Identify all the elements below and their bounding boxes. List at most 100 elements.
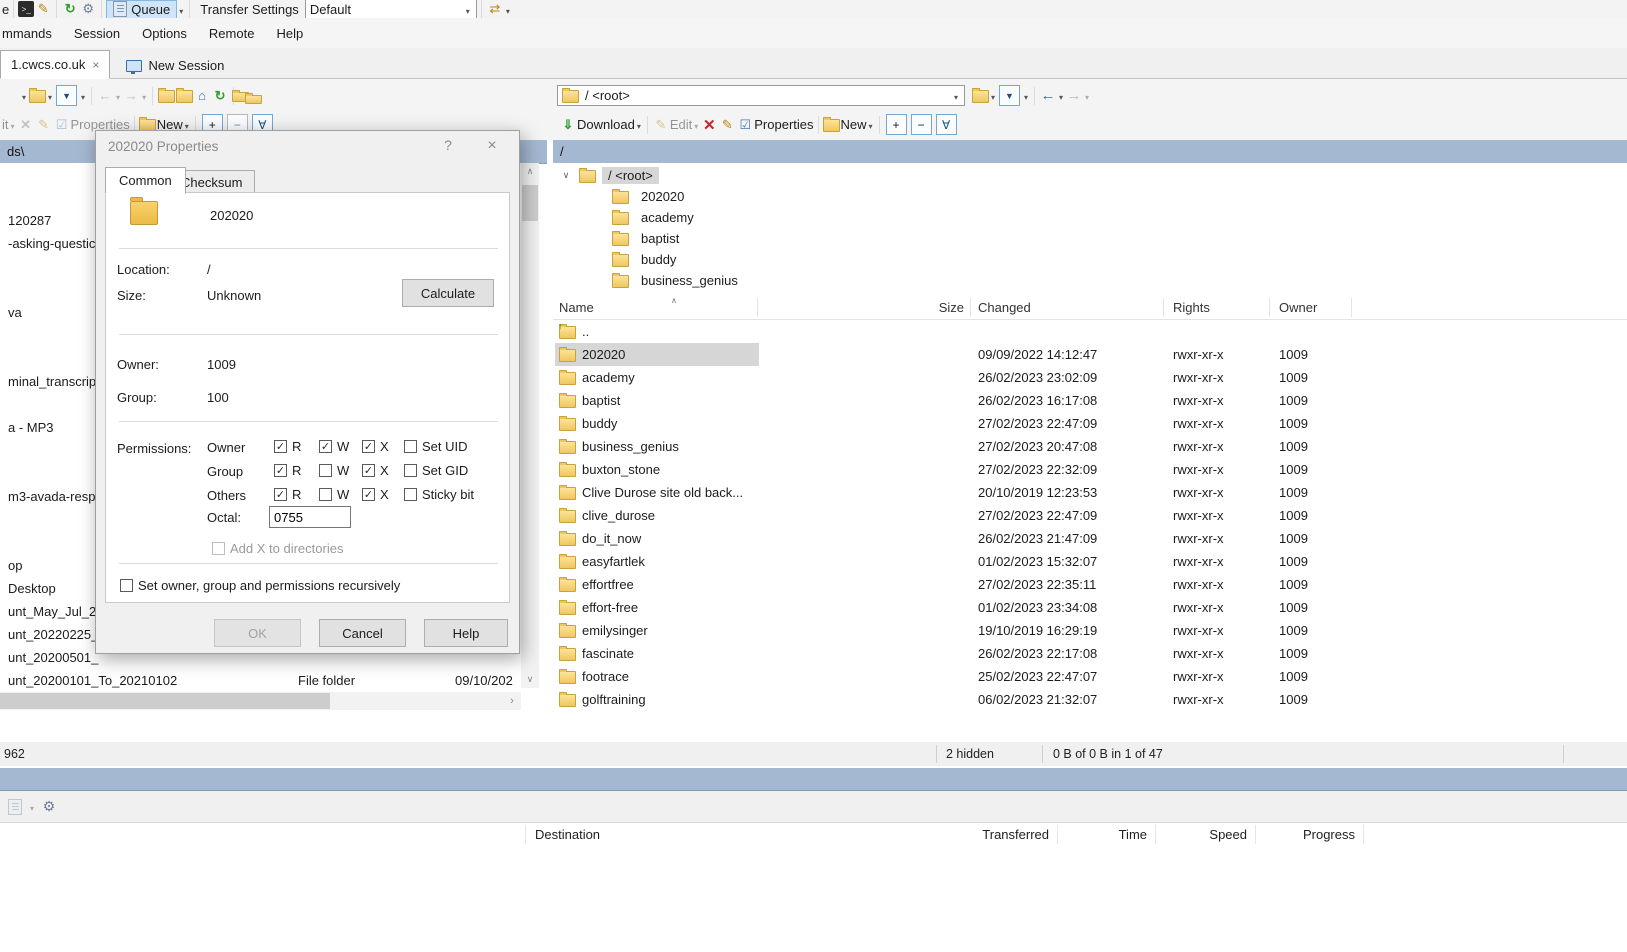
- scroll-thumb[interactable]: [0, 693, 330, 709]
- file-row[interactable]: academy 26/02/2023 23:02:09 rwxr-xr-x 10…: [553, 366, 1627, 389]
- file-row[interactable]: baptist 26/02/2023 16:17:08 rwxr-xr-x 10…: [553, 389, 1627, 412]
- transfer-preset-select[interactable]: Default: [305, 0, 477, 18]
- delete-icon[interactable]: ✕: [700, 117, 718, 133]
- file-row[interactable]: buxton_stone 27/02/2023 22:32:09 rwxr-xr…: [553, 458, 1627, 481]
- menu-session[interactable]: Session: [74, 26, 120, 41]
- remote-path-header[interactable]: /: [553, 140, 1627, 164]
- file-row[interactable]: easyfartlek 01/02/2023 15:32:07 rwxr-xr-…: [553, 550, 1627, 573]
- open-directory-icon[interactable]: [971, 88, 989, 104]
- execute-checkbox[interactable]: [362, 488, 375, 501]
- local-path-caret[interactable]: [22, 88, 26, 103]
- file-row[interactable]: clive_durose 27/02/2023 22:47:09 rwxr-xr…: [553, 504, 1627, 527]
- menu-options[interactable]: Options: [142, 26, 187, 41]
- new-button[interactable]: New: [841, 117, 867, 132]
- dialog-help-icon[interactable]: ?: [437, 137, 459, 153]
- open-directory-caret[interactable]: [48, 88, 52, 103]
- queue-column-transferred[interactable]: Transferred: [932, 827, 1049, 842]
- file-row[interactable]: footrace 25/02/2023 22:47:07 rwxr-xr-x 1…: [553, 665, 1627, 688]
- file-row[interactable]: buddy 27/02/2023 22:47:09 rwxr-xr-x 1009: [553, 412, 1627, 435]
- read-checkbox[interactable]: [274, 464, 287, 477]
- column-size[interactable]: Size: [757, 300, 964, 315]
- scroll-down-icon[interactable]: ∨: [521, 671, 539, 688]
- properties-icon[interactable]: ☑: [736, 117, 754, 133]
- queue-column-speed[interactable]: Speed: [1155, 827, 1247, 842]
- rename-icon[interactable]: ✎: [35, 117, 53, 133]
- cancel-button[interactable]: Cancel: [319, 619, 406, 647]
- refresh-icon[interactable]: ↻: [211, 88, 229, 104]
- home-directory-icon[interactable]: ⌂: [193, 88, 211, 104]
- scroll-thumb[interactable]: [522, 185, 538, 221]
- remote-path-select[interactable]: / <root>: [557, 85, 965, 106]
- file-row[interactable]: effortfree 27/02/2023 22:35:11 rwxr-xr-x…: [553, 573, 1627, 596]
- tree-item[interactable]: 202020: [553, 186, 1627, 207]
- tab-common[interactable]: Common: [105, 167, 186, 194]
- synchronize-icon[interactable]: ↻: [61, 1, 79, 17]
- tree-expander[interactable]: ∨: [553, 170, 579, 181]
- back-icon[interactable]: ←: [96, 88, 114, 104]
- download-button[interactable]: Download: [577, 117, 635, 132]
- recursive-checkbox[interactable]: [120, 579, 133, 592]
- queue-column-time[interactable]: Time: [1057, 827, 1147, 842]
- queue-toggle-button[interactable]: Queue: [106, 0, 177, 18]
- back-icon[interactable]: ←: [1039, 88, 1057, 104]
- file-row[interactable]: fascinate 26/02/2023 22:17:08 rwxr-xr-x …: [553, 642, 1627, 665]
- read-checkbox[interactable]: [274, 440, 287, 453]
- new-folder-icon[interactable]: [823, 117, 841, 133]
- column-changed[interactable]: Changed: [978, 300, 1031, 315]
- tree-item[interactable]: baptist: [553, 228, 1627, 249]
- properties-button[interactable]: Properties: [754, 117, 813, 132]
- file-row[interactable]: golftraining 06/02/2023 21:32:07 rwxr-xr…: [553, 688, 1627, 711]
- local-file-row[interactable]: unt_20200101_To_20210102 File folder 09/…: [0, 669, 521, 692]
- file-row[interactable]: emilysinger 19/10/2019 16:29:19 rwxr-xr-…: [553, 619, 1627, 642]
- tree-item[interactable]: business_genius: [553, 270, 1627, 291]
- root-directory-icon[interactable]: [175, 88, 193, 104]
- write-checkbox[interactable]: [319, 464, 332, 477]
- tree-item[interactable]: academy: [553, 207, 1627, 228]
- queue-column-destination[interactable]: Destination: [535, 827, 600, 842]
- download-icon[interactable]: ⇓: [559, 117, 577, 133]
- execute-checkbox[interactable]: [362, 464, 375, 477]
- close-tab-icon[interactable]: ×: [92, 58, 99, 72]
- tab-new-session[interactable]: New Session: [116, 52, 234, 79]
- menu-remote[interactable]: Remote: [209, 26, 255, 41]
- edit-icon[interactable]: ✎: [652, 117, 670, 133]
- queue-splitter[interactable]: [0, 768, 1627, 791]
- special-checkbox[interactable]: [404, 488, 417, 501]
- local-vscrollbar[interactable]: ∧ ∨: [521, 163, 539, 688]
- queue-item-caret[interactable]: [30, 799, 34, 814]
- back-caret[interactable]: [116, 88, 120, 103]
- scroll-right-icon[interactable]: ›: [503, 692, 521, 710]
- calculate-button[interactable]: Calculate: [402, 279, 494, 307]
- write-checkbox[interactable]: [319, 440, 332, 453]
- file-row[interactable]: 202020 09/09/2022 14:12:47 rwxr-xr-x 100…: [553, 343, 1627, 366]
- scroll-up-icon[interactable]: ∧: [521, 163, 539, 180]
- filter-caret[interactable]: [81, 88, 85, 103]
- transfer-options-icon[interactable]: ⇄: [486, 1, 504, 17]
- filter-icon[interactable]: ▼: [56, 85, 77, 106]
- forward-caret[interactable]: [142, 88, 146, 103]
- select-all-icon[interactable]: ∀: [936, 114, 957, 135]
- column-name[interactable]: Name: [559, 300, 594, 315]
- queue-dropdown-caret[interactable]: [179, 2, 183, 17]
- edit-button-fragment[interactable]: it: [2, 117, 9, 132]
- tab-session[interactable]: 1.cwcs.co.uk ×: [0, 50, 110, 79]
- select-minus-icon[interactable]: −: [911, 114, 932, 135]
- parent-directory-icon[interactable]: [157, 88, 175, 104]
- edit-button[interactable]: Edit: [670, 117, 692, 132]
- write-checkbox[interactable]: [319, 488, 332, 501]
- file-row[interactable]: ..: [553, 320, 1627, 343]
- menu-help[interactable]: Help: [276, 26, 303, 41]
- console-icon[interactable]: >_: [18, 1, 34, 17]
- delete-icon[interactable]: ✕: [17, 117, 35, 133]
- special-checkbox[interactable]: [404, 440, 417, 453]
- file-row[interactable]: do_it_now 26/02/2023 21:47:09 rwxr-xr-x …: [553, 527, 1627, 550]
- execute-checkbox[interactable]: [362, 440, 375, 453]
- filter-icon[interactable]: ▼: [999, 85, 1020, 106]
- local-hscrollbar[interactable]: ›: [0, 692, 521, 710]
- open-directory-icon[interactable]: [28, 88, 46, 104]
- column-rights[interactable]: Rights: [1173, 300, 1210, 315]
- menu-commands[interactable]: mmands: [2, 26, 52, 41]
- file-row[interactable]: effort-free 01/02/2023 23:34:08 rwxr-xr-…: [553, 596, 1627, 619]
- forward-icon[interactable]: →: [122, 88, 140, 104]
- file-row[interactable]: business_genius 27/02/2023 20:47:08 rwxr…: [553, 435, 1627, 458]
